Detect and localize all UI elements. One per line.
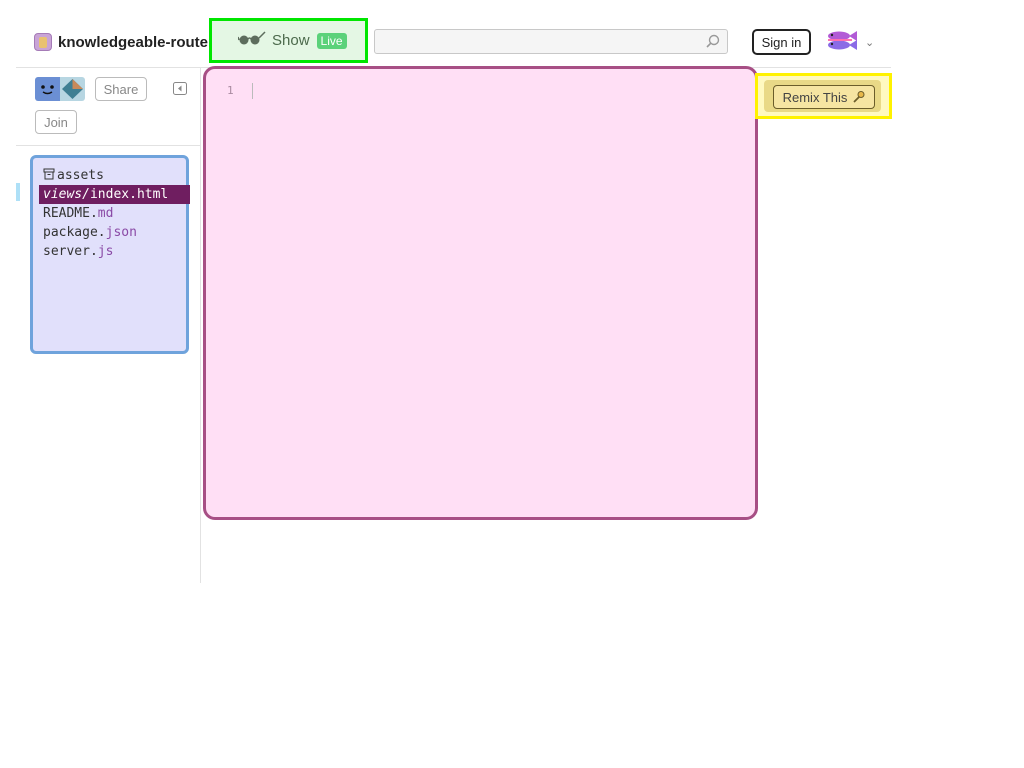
user-avatar[interactable] — [35, 77, 60, 101]
show-live-button[interactable]: Show Live — [209, 18, 368, 63]
live-badge: Live — [316, 32, 347, 49]
file-item-server-js[interactable]: server.js — [39, 242, 206, 261]
active-file-marker — [16, 183, 20, 201]
file-item-package-json[interactable]: package.json — [39, 223, 206, 242]
file-list: assets views/index.html README.md packag… — [39, 166, 206, 261]
file-item-readme[interactable]: README.md — [39, 204, 206, 223]
file-extension: js — [97, 244, 114, 259]
remix-label: Remix This — [782, 89, 848, 105]
file-name: index. — [89, 187, 137, 202]
remix-container: Remix This — [755, 73, 892, 119]
text-cursor — [252, 83, 253, 99]
fish-avatar-icon — [825, 28, 859, 57]
search-input[interactable] — [375, 30, 707, 53]
microphone-icon — [851, 90, 865, 104]
file-name: server. — [43, 244, 98, 259]
remix-backdrop: Remix This — [764, 80, 881, 112]
collaborator-avatars[interactable] — [35, 77, 85, 101]
sidebar-divider — [16, 145, 200, 146]
project-menu[interactable]: knowledgeable-router ⌄ — [34, 30, 226, 54]
search-icon[interactable] — [706, 34, 720, 48]
search-field[interactable] — [374, 29, 728, 54]
share-button[interactable]: Share — [95, 77, 147, 101]
folder-icon — [43, 167, 57, 186]
file-extension: md — [97, 206, 114, 221]
show-label: Show — [272, 32, 310, 49]
file-item-index-html[interactable]: views/index.html — [39, 185, 190, 204]
user-menu[interactable]: ⌄ — [825, 29, 874, 55]
file-directory: views/ — [43, 187, 90, 202]
remix-this-button[interactable]: Remix This — [773, 85, 875, 109]
file-extension: html — [136, 187, 169, 202]
file-name: assets — [57, 168, 104, 183]
file-tree: assets views/index.html README.md packag… — [30, 155, 190, 354]
sunglasses-icon — [237, 30, 266, 51]
sidebar-right-divider — [200, 68, 201, 583]
project-avatar — [34, 33, 52, 51]
file-name: README. — [43, 206, 98, 221]
chevron-down-icon: ⌄ — [865, 36, 875, 49]
file-extension: json — [105, 225, 137, 240]
project-team-avatar[interactable] — [60, 77, 85, 101]
project-name: knowledgeable-router — [58, 33, 214, 51]
collapse-sidebar-icon[interactable] — [173, 82, 187, 95]
line-number: 1 — [227, 84, 234, 97]
file-name: package. — [43, 225, 106, 240]
code-editor[interactable]: 1 — [203, 66, 758, 520]
file-item-assets[interactable]: assets — [39, 166, 206, 185]
sign-in-button[interactable]: Sign in — [752, 29, 811, 55]
join-button[interactable]: Join — [35, 110, 77, 134]
